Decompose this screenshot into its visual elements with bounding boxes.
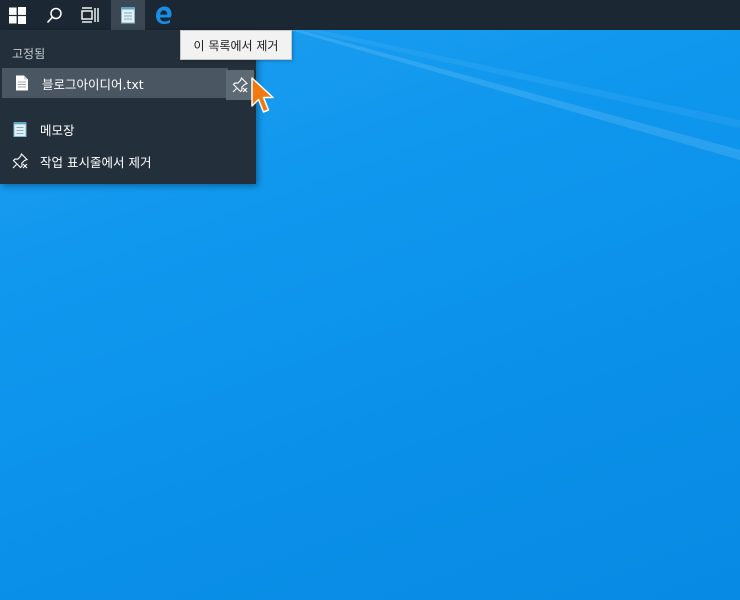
remove-from-list-tooltip: 이 목록에서 제거 <box>180 30 292 60</box>
cursor-pointer-icon <box>251 77 274 113</box>
unpin-from-taskbar-item[interactable]: 작업 표시줄에서 제거 <box>0 146 256 176</box>
search-icon <box>46 7 62 23</box>
pinned-item-label: 블로그아이디어.txt <box>42 76 144 92</box>
unpin-icon <box>232 77 248 93</box>
pinned-item-blog-ideas[interactable]: 블로그아이디어.txt <box>2 68 228 98</box>
taskbar <box>0 0 740 30</box>
unpin-label: 작업 표시줄에서 제거 <box>40 154 152 170</box>
app-item-notepad[interactable]: 메모장 <box>0 114 256 144</box>
start-button[interactable] <box>0 0 34 30</box>
notepad-taskbar-button[interactable] <box>111 0 145 30</box>
edge-icon <box>156 6 172 24</box>
pinned-header: 고정됨 <box>12 47 46 61</box>
windows-icon <box>8 6 26 24</box>
unpin-icon <box>12 153 28 169</box>
app-item-label: 메모장 <box>40 122 75 138</box>
search-button[interactable] <box>37 0 71 30</box>
edge-taskbar-button[interactable] <box>147 0 181 30</box>
notepad-icon <box>121 7 135 24</box>
task-view-icon <box>81 7 99 23</box>
notepad-icon <box>12 121 28 137</box>
task-view-button[interactable] <box>73 0 107 30</box>
text-file-icon <box>14 75 30 91</box>
